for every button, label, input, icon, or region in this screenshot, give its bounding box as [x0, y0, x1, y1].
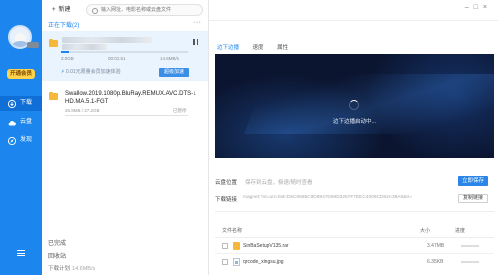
bolt-icon: ⚡ [61, 69, 65, 75]
downloading-section-title: 正在下载(2) [48, 23, 80, 29]
window-controls: –□× [465, 4, 492, 11]
task-status: 已暂停 [173, 108, 187, 113]
file-progress-bar [461, 245, 479, 247]
file-size: 6.35KB [427, 259, 444, 265]
video-loading-message: 边下边播启动中... [332, 119, 377, 125]
image-file-icon [233, 258, 240, 266]
cloud-location-row: 云盘位置 保存到云盘，极速/随时查看 [215, 178, 313, 186]
folder-icon [49, 91, 58, 100]
task-progress-bar [61, 51, 188, 53]
vip-promo-text: ⚡ 0.01元限量会员加速体验 [61, 68, 121, 75]
file-name: qrcode_xingsu.jpg [243, 259, 284, 265]
table-row[interactable]: qrcode_xingsu.jpg 6.35KB [215, 256, 494, 270]
file-name: SinBaSetupV135.rar [243, 243, 289, 249]
trash-link[interactable]: 回收站 [48, 251, 66, 260]
task-detail-panel: –□× 边下边播 速度 属性 边下边播启动中... 云盘位置 保存到云盘，极速/随… [209, 0, 498, 275]
menu-icon[interactable] [17, 250, 25, 256]
more-options-icon[interactable]: ··· [193, 19, 202, 26]
task-speed: 14.6MB/s [160, 56, 180, 61]
save-to-cloud-button[interactable]: 立即保存 [458, 176, 488, 186]
table-row[interactable]: SinBaSetupV135.rar 3.47MB [215, 240, 494, 254]
sidebar-item-label: 下载 [20, 100, 33, 106]
resume-download-icon[interactable]: ↓ [193, 90, 197, 97]
close-icon[interactable]: × [483, 4, 492, 11]
search-icon [92, 7, 98, 14]
sidebar-item-label: 云盘 [20, 119, 33, 125]
sidebar-item-discover[interactable]: 发现 [0, 133, 42, 148]
new-task-button[interactable]: + 新建 [52, 4, 71, 16]
plus-icon: + [52, 7, 56, 13]
download-plan-label: 下载计划 [48, 266, 71, 272]
download-task-active[interactable]: 3.0GB 00:01:51 14.6MB/s ⚡ 0.01元限量会员加速体验 … [42, 31, 208, 81]
completed-link[interactable]: 已完成 [48, 238, 66, 247]
sidebar-item-cloud[interactable]: 云盘 [0, 115, 42, 130]
row-divider [215, 253, 494, 254]
file-checkbox[interactable] [222, 259, 228, 265]
task-size: 26.9MB / 27.2GB [65, 108, 100, 113]
folder-icon [49, 38, 58, 47]
table-header-divider [215, 237, 494, 238]
total-speed: 14.6MB/s [72, 266, 96, 272]
cloud-location-hint: 保存到云盘，极速/随时查看 [245, 180, 313, 186]
compass-icon [8, 137, 16, 145]
task-name: Swallow.2019.1080p.BluRay.REMUX.AVC.DTS-… [65, 91, 194, 105]
sidebar-item-download[interactable]: 下载 [0, 96, 42, 111]
minimize-icon[interactable]: – [465, 4, 474, 11]
tab-properties[interactable]: 属性 [277, 45, 288, 51]
download-link-url[interactable]: magnet:?xt=urn:btih:D5C0685C9D8947D69D32… [243, 195, 413, 200]
new-task-label: 新建 [58, 7, 71, 13]
video-bg-band [244, 74, 494, 134]
file-size: 3.47MB [427, 243, 445, 249]
col-header-size[interactable]: 大小 [420, 227, 430, 234]
task-progress-fill [61, 51, 69, 53]
file-progress-bar [461, 261, 479, 263]
file-checkbox[interactable] [222, 243, 228, 249]
task-progress-bar [65, 115, 188, 116]
section-divider [215, 211, 494, 212]
vip-promo-label: 0.01元限量会员加速体验 [65, 69, 121, 75]
task-name-blurred [62, 37, 152, 43]
open-vip-button[interactable]: 开通会员 [7, 69, 35, 79]
tab-speed[interactable]: 速度 [253, 45, 264, 51]
pause-icon[interactable] [193, 39, 198, 45]
download-plan-status[interactable]: 下载计划 14.6MB/s [48, 264, 95, 272]
search-box[interactable] [86, 4, 203, 16]
search-input[interactable] [101, 5, 201, 15]
copy-link-button[interactable]: 复制链接 [458, 194, 488, 203]
archive-file-icon [233, 242, 240, 250]
task-name-blurred-line2 [62, 44, 107, 50]
maximize-icon[interactable]: □ [474, 4, 483, 11]
cloud-location-label: 云盘位置 [215, 180, 238, 186]
loading-spinner-icon [349, 100, 359, 110]
sidebar-item-label: 发现 [20, 137, 33, 143]
download-task-paused[interactable]: Swallow.2019.1080p.BluRay.REMUX.AVC.DTS-… [42, 88, 208, 120]
app-sidebar: 开通会员 下载 云盘 发现 [0, 0, 42, 275]
download-list-panel: +新建 正在下载(2) ··· 3.0GB 00:01:51 14.6MB/s … [42, 0, 209, 275]
video-player[interactable]: 边下边播启动中... [215, 54, 494, 158]
col-header-progress[interactable]: 进度 [455, 227, 465, 234]
task-remaining-time: 00:01:51 [108, 56, 126, 61]
vip-level-badge [27, 42, 39, 48]
detail-tabs: 边下边播 速度 属性 [217, 43, 300, 51]
download-link-label: 下载链接 [215, 197, 238, 203]
col-header-name[interactable]: 文件名称 [222, 227, 242, 234]
task-downloaded-size: 3.0GB [61, 56, 74, 61]
download-link-row: 下载链接 magnet:?xt=urn:btih:D5C0685C9D8947D6… [215, 195, 413, 203]
topbar-divider [209, 20, 498, 21]
download-icon [8, 100, 16, 108]
super-accelerate-button[interactable]: 超级加速 [159, 68, 189, 77]
cloud-icon [8, 120, 16, 126]
tab-stream-play[interactable]: 边下边播 [217, 45, 239, 51]
